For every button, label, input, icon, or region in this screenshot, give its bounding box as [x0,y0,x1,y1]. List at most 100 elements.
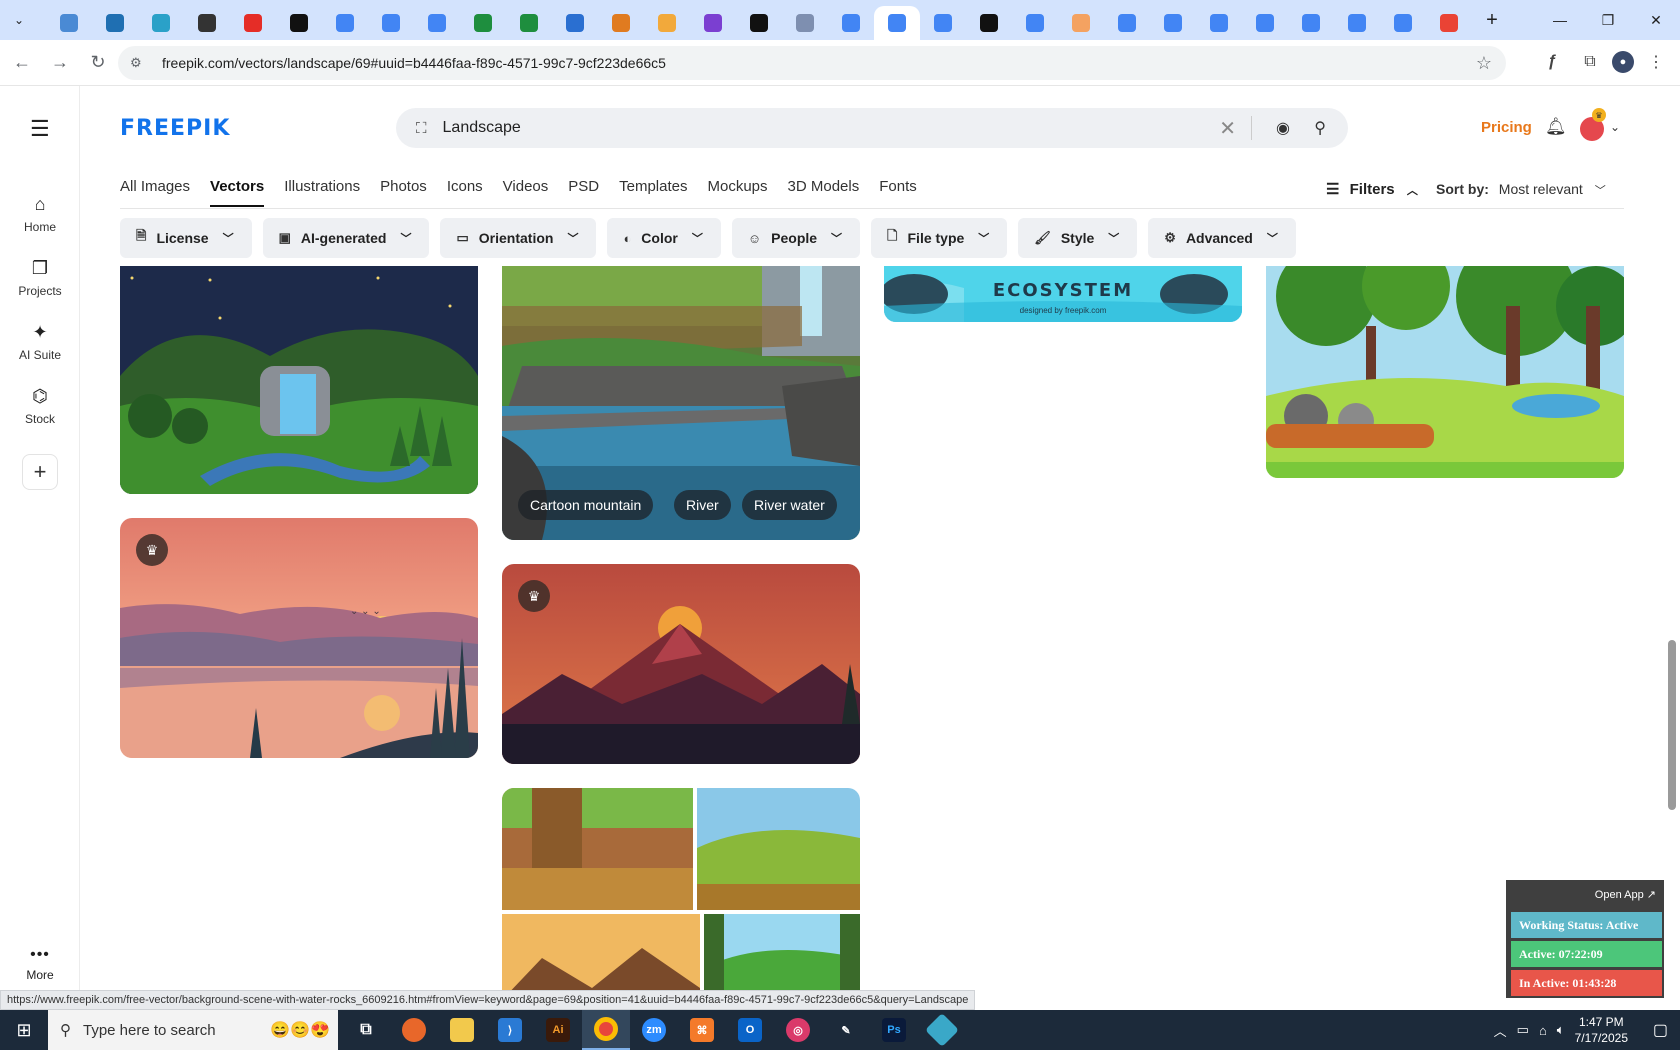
browser-tab[interactable] [1242,7,1288,39]
open-app-link[interactable]: Open App ↗ [1595,888,1656,901]
tag-chip[interactable]: Cartoon mountain [518,490,654,520]
chevron-down-icon[interactable]: ⌄ [1610,120,1620,134]
clear-search-icon[interactable]: ✕ [1219,116,1236,141]
file-explorer-icon[interactable] [438,1010,486,1050]
extension-f-icon[interactable]: ƒ [1536,46,1568,78]
firefox-icon[interactable] [390,1010,438,1050]
tab-mockups[interactable]: Mockups [707,178,767,207]
browser-tab[interactable] [874,6,920,40]
browser-tab[interactable] [782,7,828,39]
tab-templates[interactable]: Templates [619,178,687,207]
reload-icon[interactable]: ↻ [82,47,114,79]
browser-tab[interactable] [322,7,368,39]
browser-tab[interactable] [920,7,966,39]
browser-tab[interactable] [1104,7,1150,39]
browser-tab[interactable] [644,7,690,39]
browser-tab[interactable] [1334,7,1380,39]
tag-chip[interactable]: River [674,490,731,520]
network-icon[interactable]: ⌂ [1539,1023,1547,1038]
camera-search-icon[interactable]: ◉ [1276,118,1290,138]
pricing-link[interactable]: Pricing [1481,119,1532,136]
gallery-card-red-mountain[interactable]: ♛ [502,564,860,764]
filter-chip-file-type[interactable]: 🗋 File type ﹀ [871,218,1008,258]
restore-icon[interactable]: ❐ [1584,0,1632,40]
tab-icons[interactable]: Icons [447,178,483,207]
browser-tab[interactable] [828,7,874,39]
browser-tab[interactable] [1150,7,1196,39]
filter-chip-people[interactable]: ☺ People ﹀ [731,218,861,258]
browser-tab[interactable] [1058,7,1104,39]
forward-icon[interactable]: → [44,47,76,79]
browser-tab[interactable] [736,7,782,39]
filter-chip-color[interactable]: ◐ Color ﹀ [607,218,721,258]
filter-chip-license[interactable]: 🗎 License ﹀ [120,218,252,258]
scrollbar-thumb[interactable] [1668,640,1676,810]
browser-tab[interactable] [230,7,276,39]
windows-start-icon[interactable]: ⊞ [0,1010,48,1050]
page-scrollbar[interactable] [1666,90,1678,990]
gallery-card-night-waterfall[interactable] [120,266,478,494]
tab-psd[interactable]: PSD [568,178,599,207]
zoom-icon[interactable]: zm [630,1010,678,1050]
browser-profile-avatar[interactable]: ● [1612,51,1634,73]
notification-center-icon[interactable]: ▢ [1653,1020,1668,1040]
browser-tab[interactable] [598,7,644,39]
browser-tab[interactable] [1196,7,1242,39]
tab-illustrations[interactable]: Illustrations [284,178,360,207]
sidebar-item-home[interactable]: ⌂ Home [0,194,80,234]
tab-all-images[interactable]: All Images [120,178,190,207]
pen-tool-icon[interactable]: ✎ [822,1010,870,1050]
filter-chip-style[interactable]: 🖌 Style ﹀ [1018,218,1138,258]
browser-tab[interactable] [690,7,736,39]
tab-photos[interactable]: Photos [380,178,427,207]
gallery-card-river-rocks[interactable]: Cartoon mountain River River water [502,266,860,540]
tag-chip[interactable]: River water [742,490,837,520]
sort-dropdown[interactable]: Sort by: Most relevant ﹀ [1436,181,1606,198]
vscode-icon[interactable]: ⟩ [486,1010,534,1050]
close-window-icon[interactable]: ✕ [1632,0,1680,40]
browser-tab[interactable] [506,7,552,39]
browser-tab[interactable] [92,7,138,39]
notification-bell-icon[interactable]: 🔔︎ [1545,117,1567,137]
tab-fonts[interactable]: Fonts [879,178,917,207]
new-tab-button[interactable]: + [1478,6,1506,34]
search-input[interactable]: Landscape [443,119,521,137]
illustrator-icon[interactable]: Ai [534,1010,582,1050]
browser-tab[interactable] [966,7,1012,39]
filter-chip-ai-generated[interactable]: ▣ AI-generated ﹀ [262,218,430,258]
tab-vectors[interactable]: Vectors [210,178,265,207]
chrome-icon[interactable] [582,1010,630,1050]
browser-tab[interactable] [414,7,460,39]
address-bar[interactable]: ⚙ freepik.com/vectors/landscape/69#uuid=… [118,46,1506,80]
browser-menu-icon[interactable]: ⋮ [1640,46,1672,78]
browser-tab[interactable] [1380,7,1426,39]
browser-tab[interactable] [46,7,92,39]
extensions-puzzle-icon[interactable]: ⧉ [1574,46,1606,78]
filter-chip-orientation[interactable]: ▭ Orientation ﹀ [440,218,597,258]
tab-3d-models[interactable]: 3D Models [788,178,860,207]
browser-tab[interactable] [368,7,414,39]
browser-tab[interactable] [138,7,184,39]
browser-tab[interactable] [1012,7,1058,39]
taskbar-search-box[interactable]: ⚲ Type here to search 😄😊😍 [48,1010,338,1050]
xampp-icon[interactable]: ⌘ [678,1010,726,1050]
taskbar-clock[interactable]: 1:47 PM 7/17/2025 [1575,1014,1628,1046]
outlook-icon[interactable]: O [726,1010,774,1050]
gallery-card-sunset-lake[interactable]: ⌄ ⌄ ⌄ ♛ [120,518,478,758]
browser-tab[interactable] [1426,7,1472,39]
search-bar[interactable]: ⛶ Landscape ✕ ◉ ⚲ [396,108,1348,148]
site-info-icon[interactable]: ⚙ [130,55,152,71]
tracker-app-icon[interactable] [918,1010,966,1050]
ai-search-icon[interactable]: ⛶ [416,120,427,137]
minimize-icon[interactable]: — [1536,0,1584,40]
browser-tab[interactable] [1288,7,1334,39]
filters-toggle-button[interactable]: ☰ Filters ︿ [1326,180,1418,198]
creative-cloud-icon[interactable]: ◎ [774,1010,822,1050]
gallery-card-landscape-collage[interactable] [502,788,860,1000]
hamburger-menu-icon[interactable]: ☰ [30,116,50,142]
task-view-icon[interactable]: ⧉ [342,1010,390,1050]
tray-monitor-icon[interactable]: ▭ [1517,1022,1529,1038]
search-icon[interactable]: ⚲ [1314,118,1326,138]
filter-chip-advanced[interactable]: ⚙ Advanced ﹀ [1148,218,1296,258]
tab-search-chevron-icon[interactable]: ⌄ [6,7,32,33]
